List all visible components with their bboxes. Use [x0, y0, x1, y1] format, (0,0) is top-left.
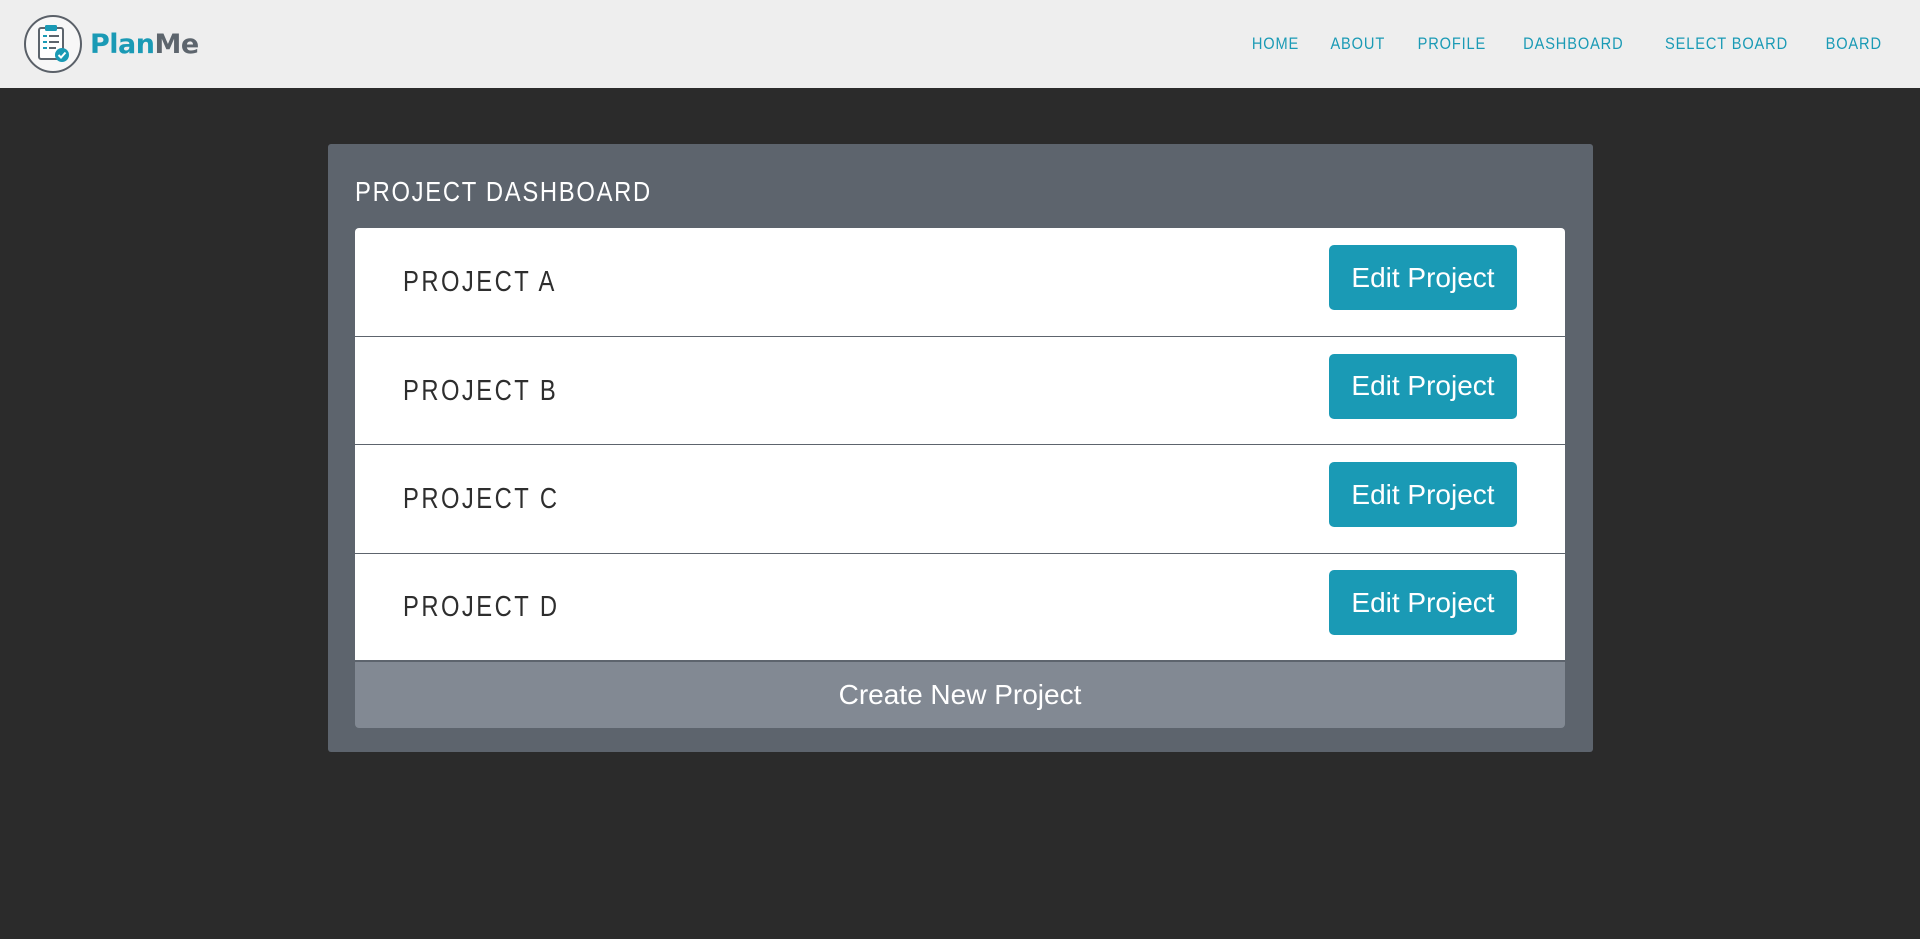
- project-name: PROJECT B: [403, 374, 559, 407]
- edit-project-button[interactable]: Edit Project: [1329, 245, 1517, 311]
- edit-project-button[interactable]: Edit Project: [1329, 570, 1517, 636]
- project-row: PROJECT B Edit Project: [355, 337, 1565, 445]
- brand-name: PlanMe: [90, 29, 199, 60]
- project-list: PROJECT A Edit Project PROJECT B Edit Pr…: [355, 228, 1565, 662]
- nav-link-about[interactable]: ABOUT: [1330, 34, 1385, 54]
- main-nav: HOME ABOUT PROFILE DASHBOARD SELECT BOAR…: [1248, 34, 1896, 54]
- edit-project-button[interactable]: Edit Project: [1329, 462, 1517, 528]
- nav-link-home[interactable]: HOME: [1251, 34, 1298, 54]
- create-new-project-button[interactable]: Create New Project: [355, 662, 1565, 728]
- project-row: PROJECT C Edit Project: [355, 445, 1565, 554]
- navbar: PlanMe HOME ABOUT PROFILE DASHBOARD SELE…: [0, 0, 1920, 88]
- nav-link-board[interactable]: BOARD: [1825, 34, 1881, 54]
- project-name: PROJECT A: [403, 266, 557, 299]
- brand-name-part2: Me: [154, 28, 200, 60]
- nav-link-profile[interactable]: PROFILE: [1418, 34, 1487, 54]
- project-row: PROJECT A Edit Project: [355, 228, 1565, 337]
- project-dashboard-panel: PROJECT DASHBOARD PROJECT A Edit Project…: [328, 144, 1593, 752]
- nav-link-select-board[interactable]: SELECT BOARD: [1665, 34, 1788, 54]
- project-name: PROJECT D: [403, 591, 560, 624]
- edit-project-button[interactable]: Edit Project: [1329, 353, 1517, 419]
- brand-name-part1: Plan: [90, 28, 155, 60]
- page-title: PROJECT DASHBOARD: [355, 176, 652, 207]
- nav-link-dashboard[interactable]: DASHBOARD: [1523, 34, 1623, 54]
- project-row: PROJECT D Edit Project: [355, 554, 1565, 662]
- clipboard-check-icon: [24, 15, 82, 73]
- brand-logo-link[interactable]: PlanMe: [24, 15, 199, 73]
- project-name: PROJECT C: [403, 483, 560, 516]
